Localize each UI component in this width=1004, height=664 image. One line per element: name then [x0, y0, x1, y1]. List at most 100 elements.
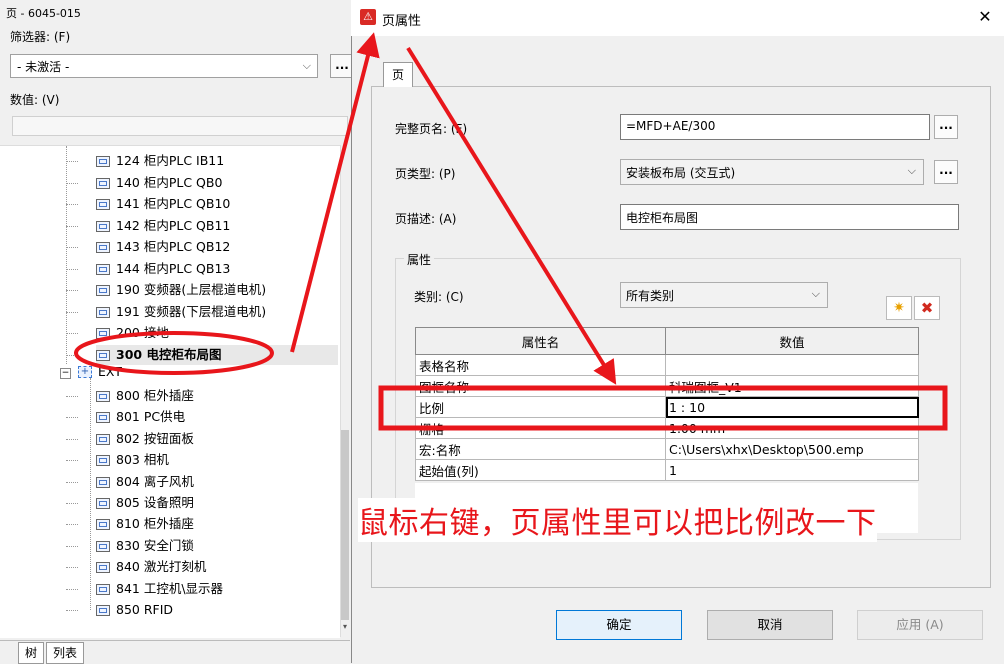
tree-page-item[interactable]: 200 接地	[96, 323, 169, 343]
page-description-label: 页描述: (A)	[395, 212, 457, 226]
table-row[interactable]: 起始值(列) 1	[415, 459, 919, 481]
property-value-cell[interactable]: 1 : 10	[665, 396, 919, 418]
tree-page-item[interactable]: 144 柜内PLC QB13	[96, 259, 230, 279]
property-value-cell[interactable]: 科瑞图框_V1	[665, 375, 919, 397]
page-icon	[96, 349, 110, 361]
page-icon	[96, 199, 110, 210]
page-icon	[96, 242, 110, 253]
tree-page-item[interactable]: 124 柜内PLC IB11	[96, 151, 224, 171]
tab-tree[interactable]: 树	[18, 642, 45, 664]
tree-item-label: 850 RFID	[116, 602, 174, 617]
property-value-cell[interactable]	[665, 354, 919, 376]
tree-page-item[interactable]: 802 按钮面板	[96, 429, 194, 449]
property-name-cell[interactable]: 图框名称	[415, 375, 666, 397]
tree-page-item[interactable]: 141 柜内PLC QB10	[96, 194, 230, 214]
new-property-button[interactable]: ✷	[886, 296, 912, 320]
tree-page-item[interactable]: 803 相机	[96, 450, 169, 470]
tab-list[interactable]: 列表	[46, 642, 85, 664]
tree-item-label: 810 柜外插座	[116, 516, 194, 532]
page-icon	[96, 156, 110, 167]
tree-page-item[interactable]: 850 RFID	[96, 600, 173, 620]
filter-select-value: - 未激活 -	[17, 60, 70, 74]
page-icon	[96, 562, 110, 574]
column-header-property-name[interactable]: 属性名	[415, 327, 666, 355]
page-icon	[96, 263, 110, 275]
full-page-name-browse-button[interactable]: ...	[934, 115, 958, 139]
page-tree[interactable]: 124 柜内PLC IB11 140 柜内PLC QB0 141 柜内PLC QB1…	[0, 145, 340, 638]
value-label: 数值: (V)	[10, 93, 60, 107]
cancel-button[interactable]: 取消	[707, 610, 833, 640]
page-description-input[interactable]: 电控柜布局图	[620, 204, 959, 230]
tree-page-item[interactable]: 805 设备照明	[96, 493, 194, 513]
page-icon	[96, 455, 110, 467]
tree-page-item[interactable]: 800 柜外插座	[96, 386, 194, 406]
tree-item-label: 200 接地	[116, 325, 169, 340]
filter-select[interactable]: - 未激活 - ⌵	[10, 54, 318, 78]
tree-page-item[interactable]: 143 柜内PLC QB12	[96, 237, 230, 257]
page-icon	[96, 605, 110, 616]
tree-item-label: 840 激光打刻机	[116, 559, 207, 575]
chevron-down-icon: ⌵	[302, 59, 311, 72]
page-type-label: 页类型: (P)	[395, 167, 456, 181]
delete-property-button[interactable]: ✖	[914, 296, 940, 320]
table-row[interactable]: 宏:名称 C:\Users\xhx\Desktop\500.emp	[415, 438, 919, 460]
page-type-browse-button[interactable]: ...	[934, 160, 958, 184]
close-icon[interactable]: ✕	[972, 6, 998, 28]
tree-page-item[interactable]: 140 柜内PLC QB0	[96, 173, 222, 193]
full-page-name-input[interactable]: =MFD+AE/300	[620, 114, 930, 140]
property-value-cell[interactable]: 1.00 mm	[665, 417, 919, 439]
tree-page-item[interactable]: 840 激光打刻机	[96, 557, 206, 577]
tree-page-item[interactable]: 804 离子风机	[96, 472, 194, 492]
scrollbar-thumb[interactable]	[341, 430, 349, 620]
tree-item-label: 805 设备照明	[116, 495, 194, 510]
page-icon	[96, 306, 110, 318]
full-page-name-label: 完整页名: (F)	[395, 122, 468, 136]
tree-item-label: 803 相机	[116, 452, 169, 468]
page-icon	[96, 583, 110, 595]
page-icon	[96, 476, 110, 488]
table-row[interactable]: 比例 1 : 10	[415, 396, 919, 418]
category-select[interactable]: 所有类别 ⌵	[620, 282, 828, 308]
property-table[interactable]: 属性名 数值 表格名称 图框名称 科瑞图框_V1 比例 1 : 10 栅格 1.00 mm 宏…	[415, 327, 919, 481]
tab-page[interactable]: 页	[383, 62, 413, 87]
table-row[interactable]: 栅格 1.00 mm	[415, 417, 919, 439]
tree-page-item[interactable]: 142 柜内PLC QB11	[96, 216, 230, 236]
property-name-cell[interactable]: 起始值(列)	[415, 459, 666, 481]
tree-node-ext[interactable]: EXT	[98, 364, 122, 379]
property-name-cell[interactable]: 比例	[415, 396, 666, 418]
collapse-toggle[interactable]: −	[60, 368, 71, 379]
page-icon	[96, 177, 110, 189]
tree-page-item[interactable]: 191 变频器(下层棍道电机)	[96, 302, 266, 322]
page-type-select[interactable]: 安装板布局 (交互式) ⌵	[620, 159, 924, 185]
ok-button[interactable]: 确定	[556, 610, 682, 640]
chevron-down-icon: ⌵	[811, 287, 820, 300]
tree-item-label: 141 柜内PLC QB10	[116, 196, 231, 211]
page-icon	[96, 285, 110, 296]
scroll-down-icon[interactable]: ▾	[341, 622, 349, 634]
table-header-row: 属性名 数值	[415, 327, 919, 355]
property-value-cell[interactable]: C:\Users\xhx\Desktop\500.emp	[665, 438, 919, 460]
property-name-cell[interactable]: 表格名称	[415, 354, 666, 376]
value-input[interactable]	[12, 116, 348, 136]
tree-item-label: 802 按钮面板	[116, 430, 194, 446]
page-icon	[96, 220, 110, 232]
property-name-cell[interactable]: 栅格	[415, 417, 666, 439]
apply-button[interactable]: 应用 (A)	[857, 610, 983, 640]
tree-page-item[interactable]: 801 PC供电	[96, 407, 185, 427]
table-row[interactable]: 表格名称	[415, 354, 919, 376]
table-row[interactable]: 图框名称 科瑞图框_V1	[415, 375, 919, 397]
column-header-value[interactable]: 数值	[665, 327, 919, 355]
eplan-logo-icon: ⚠	[360, 9, 376, 25]
tree-item-label: 800 柜外插座	[116, 388, 194, 403]
property-name-cell[interactable]: 宏:名称	[415, 438, 666, 460]
property-value-cell[interactable]: 1	[665, 459, 919, 481]
tree-item-label: 190 变频器(上层棍道电机)	[116, 282, 267, 297]
tree-page-item[interactable]: 841 工控机\显示器	[96, 579, 223, 599]
tree-item-label: 191 变频器(下层棍道电机)	[116, 303, 267, 319]
tree-page-item[interactable]: 810 柜外插座	[96, 514, 194, 534]
tree-page-item[interactable]: 190 变频器(上层棍道电机)	[96, 280, 266, 300]
tree-page-item[interactable]: 830 安全门锁	[96, 536, 194, 556]
tree-page-item[interactable]: 300 电控柜布局图	[96, 344, 338, 365]
tree-item-label: 830 安全门锁	[116, 537, 194, 553]
dialog-titlebar	[351, 0, 1004, 36]
